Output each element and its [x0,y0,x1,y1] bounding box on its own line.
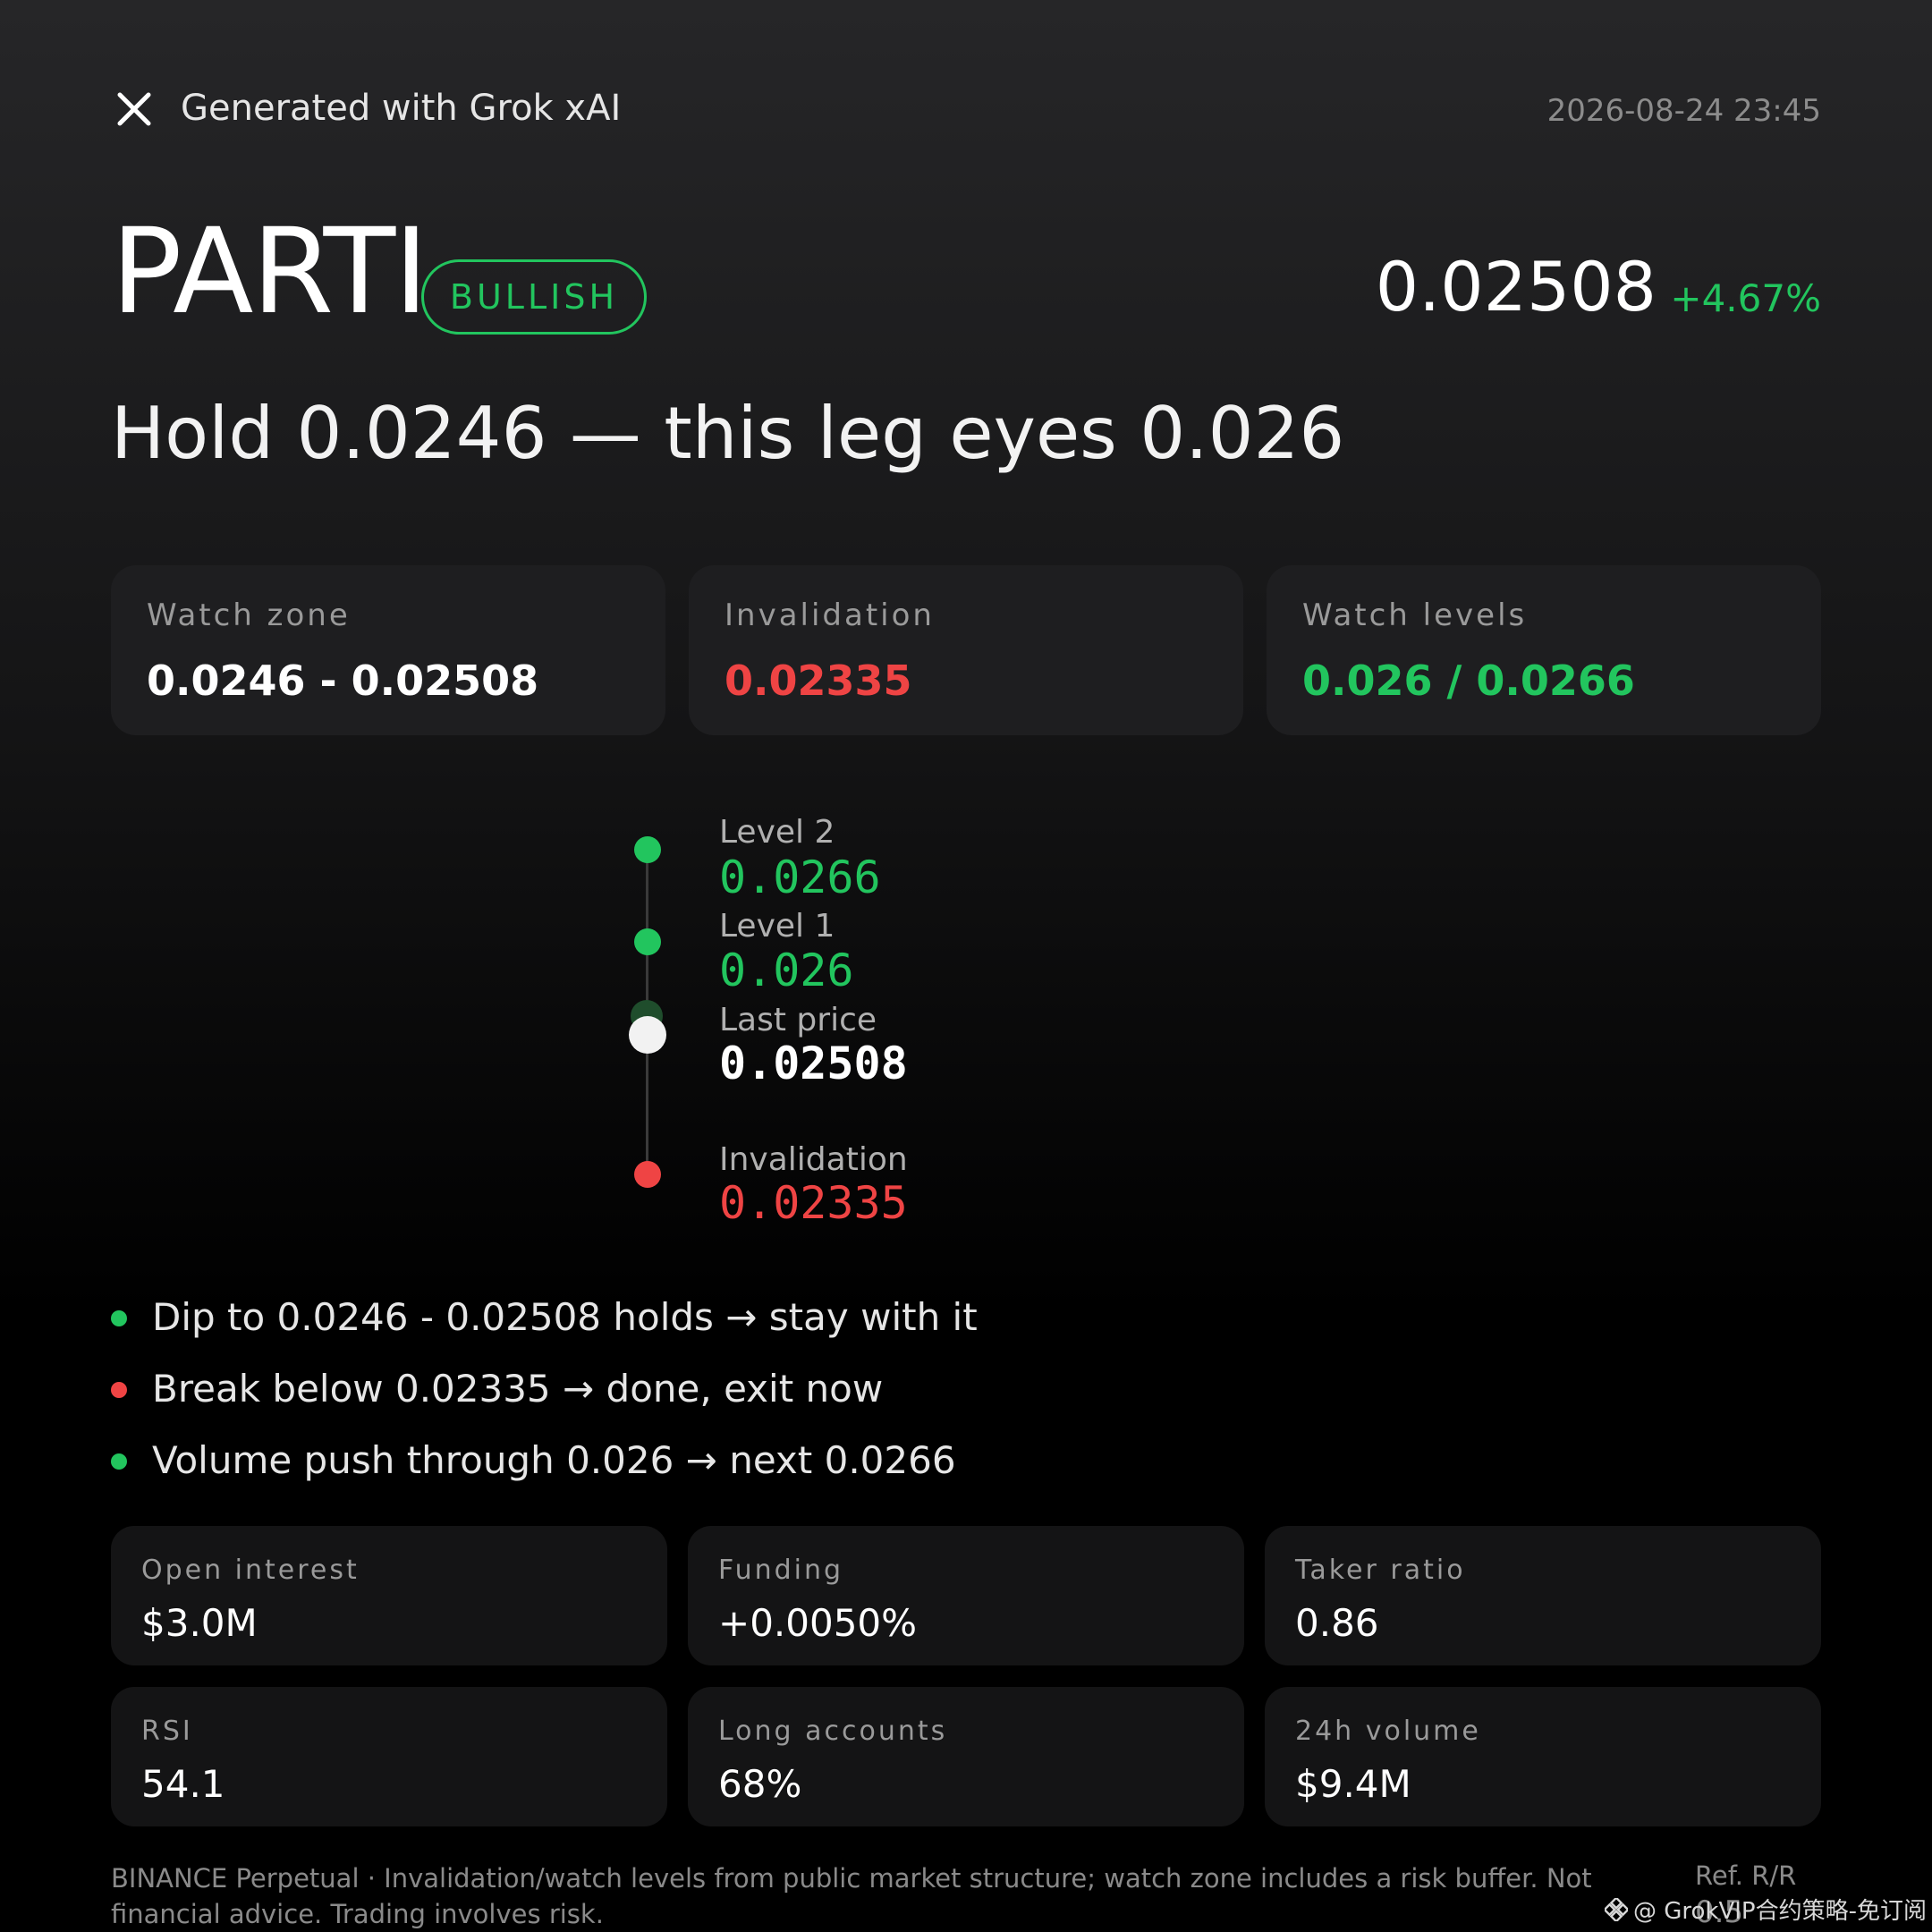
watermark: @ GrokVIP合约策略-免订阅 [1604,1893,1927,1926]
close-icon[interactable] [114,89,154,129]
price-change: +4.67% [1670,276,1821,320]
stat-label: RSI [141,1716,193,1747]
stat-value: 54.1 [141,1762,225,1806]
ref-rr-label: Ref. R/R [1695,1860,1797,1891]
ladder-value-invalidation: 0.02335 [719,1177,908,1229]
headline: Hold 0.0246 — this leg eyes 0.026 [111,392,1345,475]
sentiment-badge: BULLISH [421,259,647,335]
ladder-label-last-price: Last price [719,1002,877,1038]
card-label: Watch levels [1302,597,1528,633]
last-price-dot [629,1016,666,1054]
ladder-label-level-1: Level 1 [719,908,835,945]
stat-value: 0.86 [1295,1601,1379,1645]
stat-label: 24h volume [1295,1716,1481,1747]
card-value: 0.02335 [724,657,912,705]
level-1-dot [634,928,661,955]
ticker-symbol: PARTI [111,203,428,341]
brand-label: Generated with Grok xAI [181,88,622,129]
watermark-text: @ GrokVIP合约策略-免订阅 [1632,1898,1927,1925]
stat-taker-ratio: Taker ratio 0.86 [1265,1526,1821,1665]
stat-open-interest: Open interest $3.0M [111,1526,667,1665]
ladder-value-last-price: 0.02508 [719,1038,908,1089]
watch-zone-card: Watch zone 0.0246 - 0.02508 [111,565,665,735]
ladder-label-level-2: Level 2 [719,814,835,851]
stat-label: Taker ratio [1295,1555,1466,1586]
stat-value: $9.4M [1295,1762,1411,1806]
last-price: 0.02508 [1375,247,1657,326]
bullet-dot-positive [111,1453,127,1470]
ladder-value-level-1: 0.026 [719,945,854,996]
stat-rsi: RSI 54.1 [111,1687,667,1826]
stat-24h-volume: 24h volume $9.4M [1265,1687,1821,1826]
stat-value: $3.0M [141,1601,258,1645]
card-label: Watch zone [147,597,351,633]
scenario-bullet: Volume push through 0.026 → next 0.0266 [152,1438,956,1482]
timestamp: 2026-08-24 23:45 [1546,93,1821,129]
watch-levels-card: Watch levels 0.026 / 0.0266 [1267,565,1821,735]
stat-value: +0.0050% [718,1601,918,1645]
stat-label: Funding [718,1555,844,1586]
bullet-dot-positive [111,1310,127,1326]
stat-funding: Funding +0.0050% [688,1526,1244,1665]
ladder-value-level-2: 0.0266 [719,852,881,903]
stat-label: Open interest [141,1555,360,1586]
card-value: 0.026 / 0.0266 [1302,657,1635,705]
stat-value: 68% [718,1762,802,1806]
stat-label: Long accounts [718,1716,948,1747]
invalidation-dot [634,1161,661,1188]
scenario-bullet: Break below 0.02335 → done, exit now [152,1367,884,1411]
bullet-dot-negative [111,1382,127,1398]
ladder-label-invalidation: Invalidation [719,1141,908,1178]
disclaimer: BINANCE Perpetual · Invalidation/watch l… [111,1863,1592,1929]
scenario-bullet: Dip to 0.0246 - 0.02508 holds → stay wit… [152,1295,978,1339]
card-value: 0.0246 - 0.02508 [147,657,539,705]
level-2-dot [634,836,661,863]
card-label: Invalidation [724,597,935,633]
stat-long-accounts: Long accounts 68% [688,1687,1244,1826]
invalidation-card: Invalidation 0.02335 [689,565,1243,735]
binance-logo-icon [1604,1897,1628,1921]
